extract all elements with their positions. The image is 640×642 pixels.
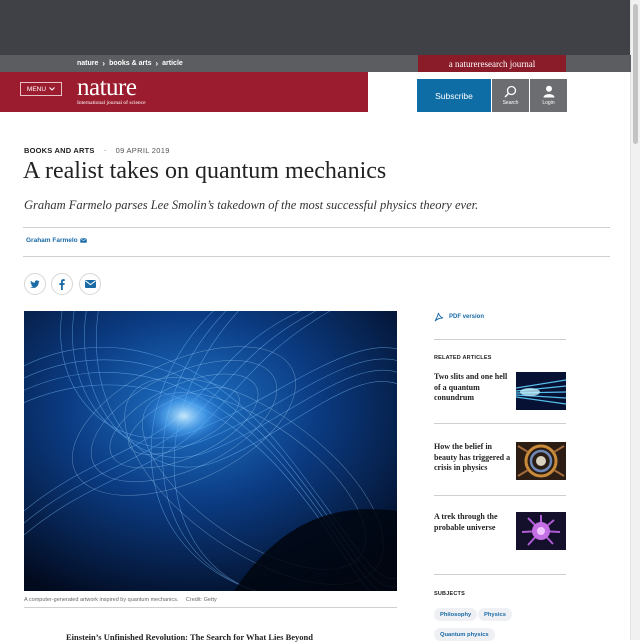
breadcrumb-separator: ›: [102, 59, 106, 68]
article-standfirst: Graham Farmelo parses Lee Smolin’s taked…: [24, 198, 479, 212]
facebook-icon: [59, 278, 65, 290]
user-icon: [543, 85, 554, 98]
subject-tag[interactable]: Philosophy: [434, 608, 478, 621]
related-article-thumbnail: [516, 512, 566, 550]
menu-label: MENU: [26, 85, 47, 93]
breadcrumb-separator: ›: [155, 59, 159, 68]
logo-wordmark: nature: [77, 74, 137, 101]
breadcrumb: nature › books & arts › article: [77, 55, 183, 72]
related-article-title: A trek through the probable universe: [434, 512, 498, 532]
twitter-icon: [30, 279, 40, 288]
pdf-icon: [434, 312, 444, 322]
share-twitter-button[interactable]: [24, 273, 46, 295]
author-name: Graham Farmelo: [26, 237, 78, 244]
related-articles-heading: RELATED ARTICLES: [434, 355, 492, 361]
nature-logo[interactable]: nature International journal of science: [77, 75, 146, 106]
share-email-button[interactable]: [79, 273, 101, 295]
divider: [23, 256, 610, 257]
divider: [23, 227, 610, 228]
divider: [434, 495, 566, 496]
divider: [434, 423, 566, 424]
subscribe-button[interactable]: Subscribe: [417, 79, 491, 112]
related-article[interactable]: How the belief in beauty has triggered a…: [434, 442, 566, 480]
breadcrumb-item-article: article: [162, 60, 183, 67]
pdf-version-link[interactable]: PDF version: [434, 312, 484, 322]
login-label: Login: [542, 100, 555, 106]
browser-top-strip: [0, 0, 640, 55]
divider: [434, 339, 566, 340]
article-section[interactable]: BOOKS AND ARTS: [24, 146, 95, 155]
book-title: Einstein’s Unfinished Revolution: The Se…: [66, 632, 314, 642]
menu-button[interactable]: MENU: [20, 82, 62, 96]
related-article[interactable]: A trek through the probable universe: [434, 512, 566, 550]
login-button[interactable]: Login: [530, 79, 567, 112]
related-article[interactable]: Two slits and one hell of a quantum conu…: [434, 372, 566, 410]
subject-tag[interactable]: Physics: [478, 608, 512, 621]
related-article-title: How the belief in beauty has triggered a…: [434, 442, 511, 472]
image-credit: Credit: Getty: [185, 597, 217, 603]
breadcrumb-item-books-arts[interactable]: books & arts: [109, 60, 151, 67]
pdf-version-label: PDF version: [449, 314, 485, 320]
article-date: 09 APRIL 2019: [115, 145, 170, 155]
article-meta: BOOKS AND ARTS · 09 APRIL 2019: [24, 145, 170, 155]
subject-tag[interactable]: Quantum physics: [434, 628, 495, 641]
divider: [24, 607, 397, 608]
share-facebook-button[interactable]: [51, 273, 73, 295]
email-icon: [84, 280, 96, 288]
search-label: Search: [502, 100, 519, 106]
logo-tagline: International journal of science: [77, 100, 146, 106]
breadcrumb-bar: nature › books & arts › article a nature…: [0, 55, 631, 72]
breadcrumb-item-nature[interactable]: nature: [77, 60, 98, 67]
author-link[interactable]: Graham Farmelo: [26, 237, 87, 244]
nature-research-tag[interactable]: a natureresearch journal: [418, 55, 566, 72]
divider: [434, 574, 566, 575]
site-header: MENU nature International journal of sci…: [0, 72, 368, 112]
search-button[interactable]: Search: [492, 79, 529, 112]
article-title: A realist takes on quantum mechanics: [23, 158, 387, 184]
subjects-heading: SUBJECTS: [434, 591, 465, 597]
related-article-thumbnail: [516, 372, 566, 410]
related-article-title: Two slits and one hell of a quantum conu…: [434, 372, 508, 402]
mail-icon: [79, 238, 87, 243]
scrollbar-thumb[interactable]: [633, 4, 638, 144]
caption-text: A computer-generated artwork inspired by…: [24, 597, 179, 603]
meta-separator: ·: [103, 145, 107, 155]
vertical-scrollbar[interactable]: [630, 0, 640, 640]
image-caption: A computer-generated artwork inspired by…: [24, 597, 217, 603]
chevron-down-icon: [49, 87, 55, 91]
search-icon: [504, 85, 517, 98]
article-hero-image: [24, 311, 397, 591]
related-article-thumbnail: [516, 442, 566, 480]
